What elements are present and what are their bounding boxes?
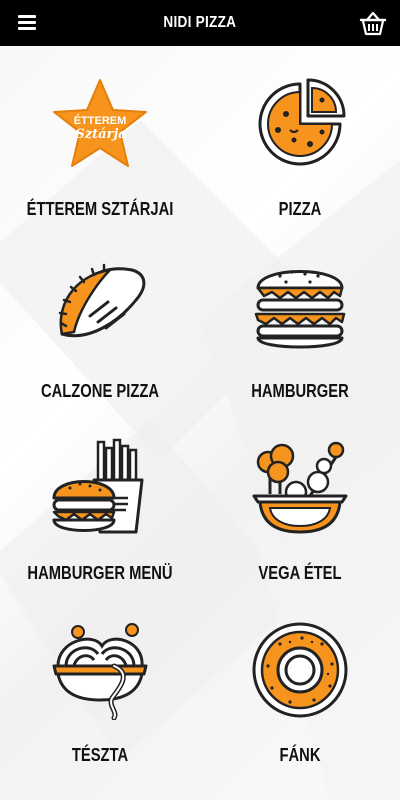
category-teszta[interactable]: TÉSZTA [0, 602, 200, 784]
category-label: PIZZA [278, 199, 322, 219]
calzone-icon [58, 263, 146, 338]
category-label: HAMBURGER MENÜ [27, 563, 173, 583]
logo-text-line1: ÉTTEREM [74, 114, 127, 127]
category-fank[interactable]: FÁNK [200, 602, 400, 784]
top-app-bar: NIDI PIZZA [0, 0, 400, 46]
category-label: HAMBURGER [251, 381, 349, 401]
category-grid: ÉTTEREM Sztárja ÉTTEREM SZTÁRJAI PIZZA C… [0, 46, 400, 800]
vegetable-bowl-icon [252, 441, 348, 534]
category-etterem-sztarjai[interactable]: ÉTTEREM Sztárja ÉTTEREM SZTÁRJAI [0, 56, 200, 238]
category-label: VEGA ÉTEL [258, 563, 342, 583]
donut-icon [252, 622, 348, 718]
category-label: FÁNK [279, 745, 321, 765]
app-title: NIDI PIZZA [163, 14, 237, 31]
category-label: ÉTTEREM SZTÁRJAI [26, 199, 174, 219]
category-hamburger[interactable]: HAMBURGER [200, 238, 400, 420]
hamburger-menu-icon[interactable] [16, 12, 40, 34]
category-label: TÉSZTA [71, 745, 129, 765]
star-logo-icon: ÉTTEREM Sztárja [53, 79, 147, 167]
category-calzone-pizza[interactable]: CALZONE PIZZA [0, 238, 200, 420]
pasta-bowl-icon [52, 623, 148, 720]
logo-text-line2: Sztárja [75, 127, 126, 142]
category-pizza[interactable]: PIZZA [200, 56, 400, 238]
burger-fries-icon [52, 438, 144, 534]
category-label: CALZONE PIZZA [40, 381, 160, 401]
hamburger-icon [254, 270, 346, 349]
basket-icon[interactable] [358, 8, 388, 38]
category-vega-etel[interactable]: VEGA ÉTEL [200, 420, 400, 602]
category-hamburger-menu[interactable]: HAMBURGER MENÜ [0, 420, 200, 602]
pizza-icon [258, 78, 346, 166]
